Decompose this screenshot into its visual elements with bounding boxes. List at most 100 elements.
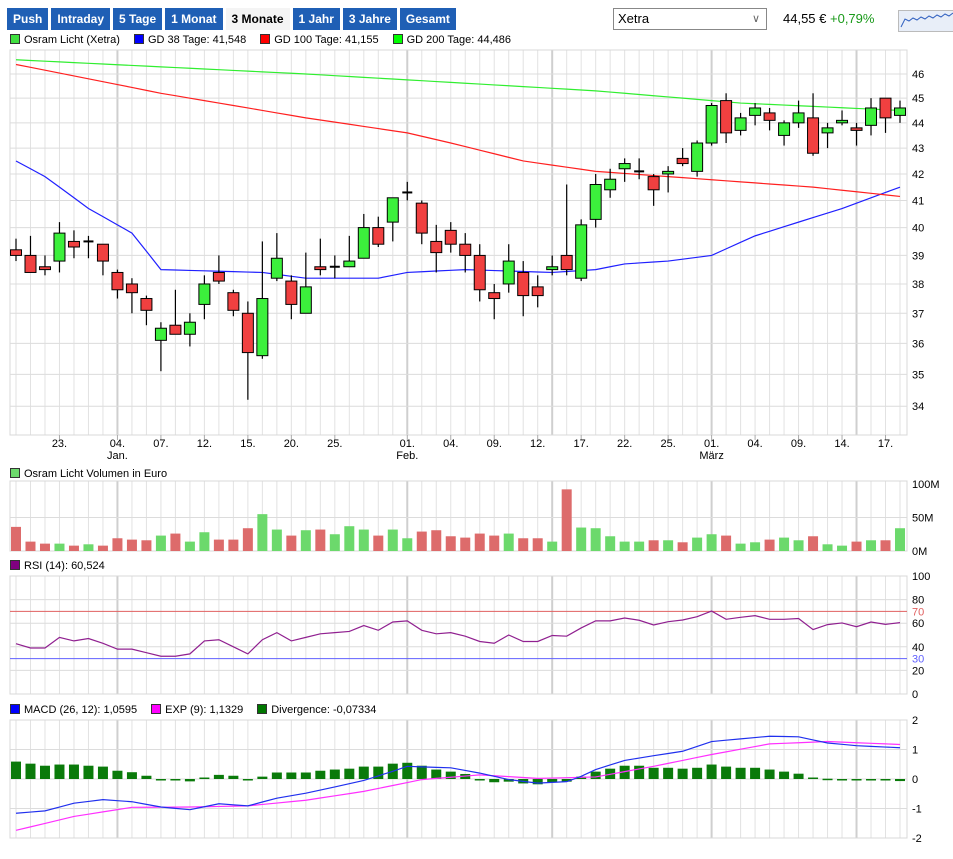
candle-body xyxy=(67,240,80,248)
divergence-bar xyxy=(750,767,761,779)
date-label: 12. xyxy=(530,438,545,450)
volume-bar xyxy=(97,545,108,551)
candle-body xyxy=(647,176,660,191)
divergence-bar xyxy=(895,779,905,782)
candle-body xyxy=(734,117,747,131)
macd-tick-label: 0 xyxy=(912,774,918,786)
candle-body xyxy=(459,243,472,256)
macd-tick-label: 2 xyxy=(912,715,918,727)
date-label: 17. xyxy=(574,438,589,450)
divergence-bar xyxy=(271,772,282,779)
volume-bar xyxy=(257,514,268,551)
divergence-bar xyxy=(590,771,601,779)
candle-body xyxy=(792,112,805,124)
divergence-bar xyxy=(648,767,659,779)
volume-bar xyxy=(735,543,746,551)
volume-bar xyxy=(677,542,688,551)
divergence-bar xyxy=(822,778,833,781)
volume-bar xyxy=(184,541,195,551)
moving-average-gd38 xyxy=(15,160,901,279)
volume-bar xyxy=(373,535,384,551)
divergence-bar xyxy=(155,779,166,781)
volume-bar xyxy=(228,539,239,551)
volume-bar xyxy=(126,539,137,551)
candle-body xyxy=(517,271,530,297)
rsi-tick-label: 70 xyxy=(912,606,924,618)
date-label: 23. xyxy=(52,438,67,450)
divergence-bar xyxy=(257,776,268,779)
candle-body xyxy=(415,202,428,234)
volume-bar xyxy=(648,540,659,551)
divergence-bar xyxy=(126,772,137,779)
volume-bar xyxy=(706,534,717,551)
volume-bar xyxy=(880,540,891,551)
stock-chart[interactable]: 3435363738394041424344454623. 04.Jan.07. 1… xyxy=(0,0,953,859)
volume-bar xyxy=(851,541,862,551)
divergence-bar xyxy=(54,764,65,779)
date-label: 22. xyxy=(617,438,632,450)
rsi-tick-label: 80 xyxy=(912,595,924,607)
month-label: Jan. xyxy=(107,450,128,462)
divergence-bar xyxy=(735,767,746,779)
volume-bar xyxy=(358,529,369,551)
price-tick-label: 35 xyxy=(912,369,924,381)
candle-body xyxy=(531,286,544,297)
divergence-bar xyxy=(851,779,862,781)
volume-bar xyxy=(605,536,616,551)
candle-body xyxy=(836,119,849,124)
divergence-bar xyxy=(286,772,297,779)
candle-body xyxy=(212,271,225,282)
volume-bar xyxy=(213,539,224,551)
candle-body xyxy=(169,324,182,335)
price-tick-label: 46 xyxy=(912,69,924,81)
volume-bar xyxy=(271,529,282,551)
divergence-bar xyxy=(11,761,21,779)
divergence-bar xyxy=(228,775,239,779)
candle-body xyxy=(10,249,22,256)
volume-bar xyxy=(315,529,326,551)
volume-bar xyxy=(39,543,50,551)
divergence-bar xyxy=(97,766,108,779)
candle-body xyxy=(430,240,443,254)
candle-body xyxy=(865,107,878,126)
candle-body xyxy=(198,283,211,305)
volume-bar xyxy=(518,538,529,551)
volume-bar xyxy=(242,528,253,551)
month-label: März xyxy=(699,450,723,462)
volume-tick-label: 50M xyxy=(912,513,933,525)
volume-bar xyxy=(547,541,558,551)
volume-bar xyxy=(300,530,311,551)
date-label: 04. xyxy=(747,438,762,450)
volume-bar xyxy=(141,540,152,551)
candle-body xyxy=(662,170,675,175)
divergence-bar xyxy=(692,767,703,779)
volume-tick-label: 0M xyxy=(912,546,927,558)
volume-bar xyxy=(170,533,181,551)
volume-bar xyxy=(692,537,703,551)
candle-body xyxy=(96,243,109,262)
divergence-bar xyxy=(199,777,210,780)
volume-bar xyxy=(721,535,732,551)
candle-body xyxy=(821,127,834,134)
rsi-line xyxy=(15,610,901,657)
volume-bar xyxy=(199,532,210,551)
candle-body xyxy=(488,292,501,300)
divergence-bar xyxy=(808,777,819,780)
price-tick-label: 43 xyxy=(912,143,924,155)
volume-bar xyxy=(474,533,485,551)
price-tick-label: 37 xyxy=(912,308,924,320)
volume-bar xyxy=(25,541,36,551)
date-label: 09. xyxy=(487,438,502,450)
volume-bar xyxy=(83,544,94,551)
price-tick-label: 39 xyxy=(912,250,924,262)
candle-body xyxy=(285,280,298,305)
candle-body xyxy=(894,107,906,116)
divergence-bar xyxy=(779,771,790,779)
volume-bar xyxy=(112,538,123,551)
candle-body xyxy=(444,229,457,245)
divergence-bar xyxy=(242,779,253,781)
price-tick-label: 45 xyxy=(912,93,924,105)
divergence-bar xyxy=(25,763,36,779)
volume-bar xyxy=(54,543,65,551)
volume-bar xyxy=(416,531,427,551)
